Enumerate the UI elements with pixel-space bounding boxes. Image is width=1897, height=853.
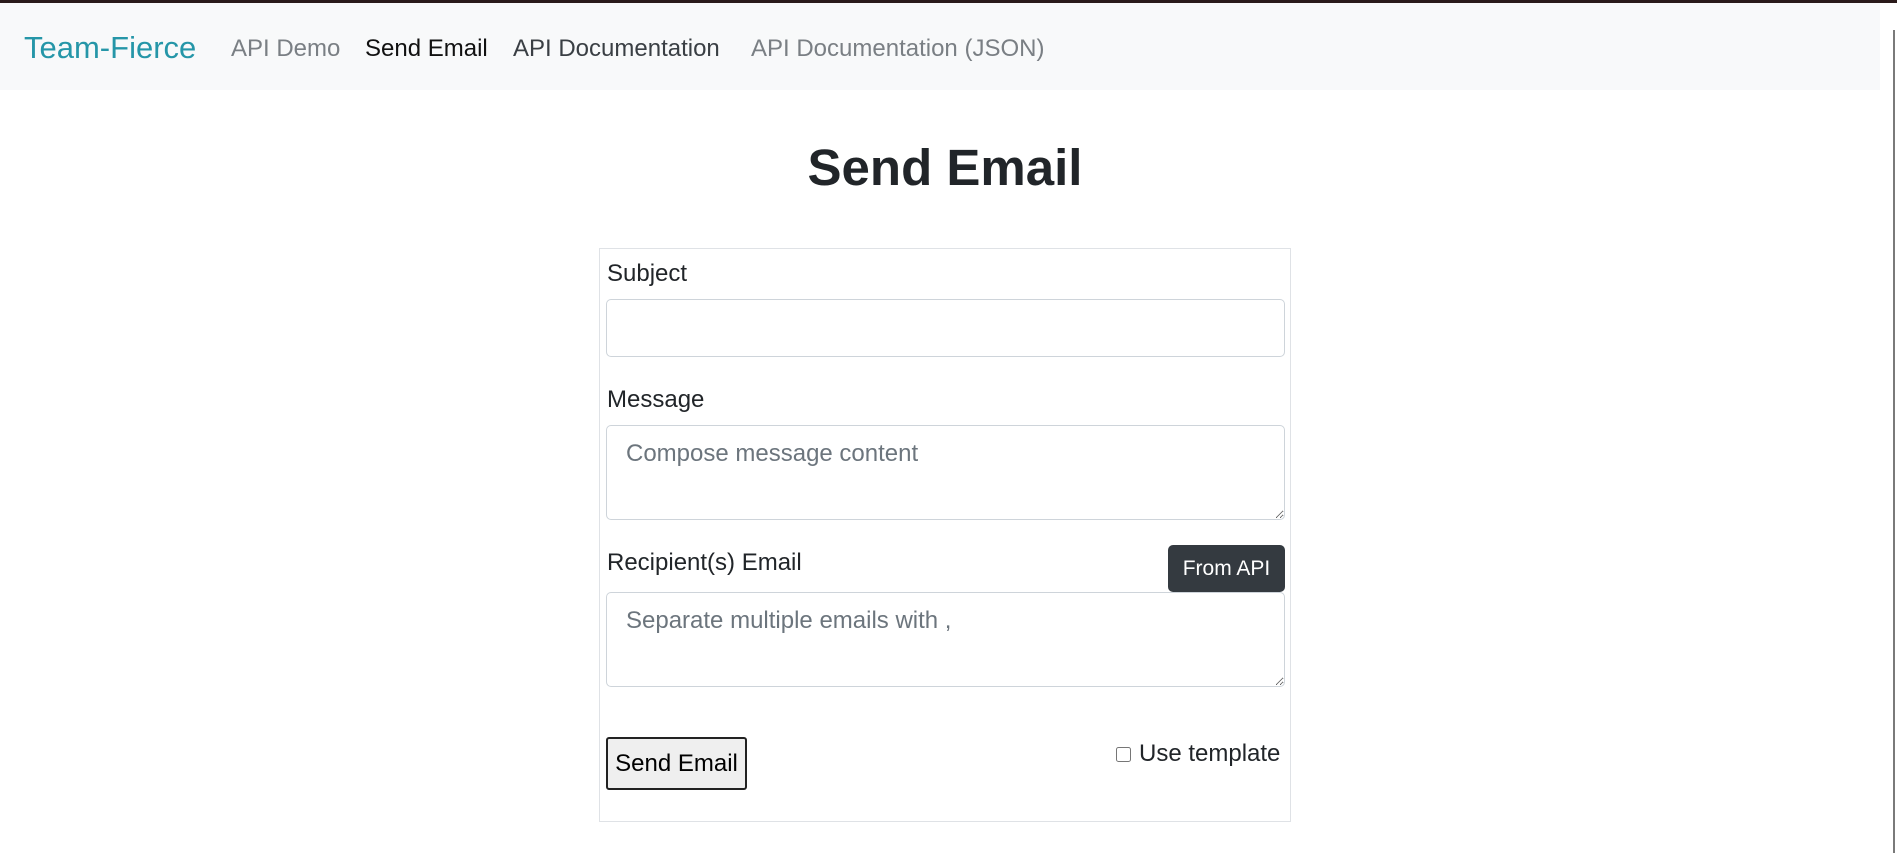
use-template-label[interactable]: Use template	[1139, 740, 1280, 768]
send-email-button[interactable]: Send Email	[606, 737, 747, 790]
nav-link-api-demo[interactable]: API Demo	[231, 35, 340, 63]
navbar: Team-Fierce API Demo Send Email API Docu…	[0, 3, 1880, 90]
subject-label: Subject	[607, 260, 688, 287]
from-api-button[interactable]: From API	[1168, 545, 1285, 592]
recipients-label: Recipient(s) Email	[607, 549, 802, 576]
brand-link[interactable]: Team-Fierce	[24, 30, 196, 66]
message-label: Message	[607, 386, 705, 413]
recipients-textarea[interactable]	[606, 592, 1285, 687]
scrollbar-thumb[interactable]	[1893, 30, 1895, 853]
nav-link-api-documentation-json[interactable]: API Documentation (JSON)	[751, 35, 1044, 63]
page-title: Send Email	[807, 139, 1083, 196]
subject-input[interactable]	[606, 299, 1285, 357]
use-template-checkbox[interactable]	[1116, 747, 1131, 762]
nav-link-send-email[interactable]: Send Email	[365, 35, 488, 63]
nav-link-api-documentation[interactable]: API Documentation	[513, 35, 720, 63]
message-textarea[interactable]	[606, 425, 1285, 520]
